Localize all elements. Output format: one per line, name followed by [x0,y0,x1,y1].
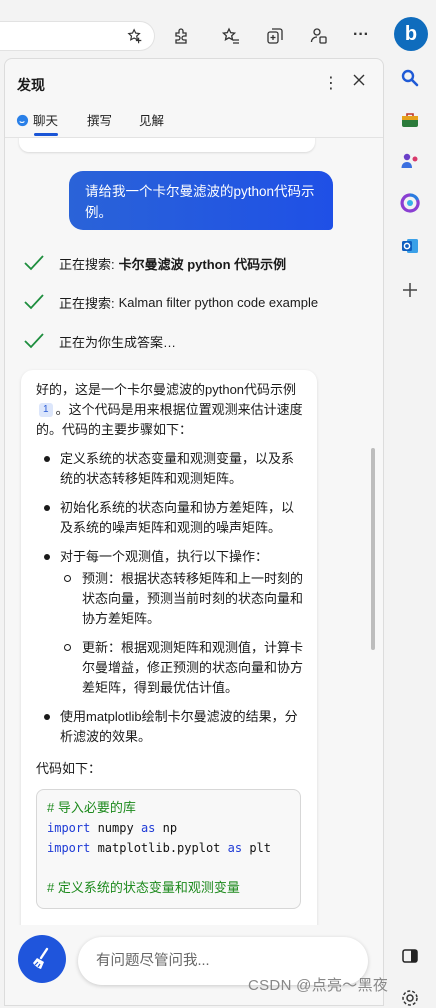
status-search-1: 正在搜索: 卡尔曼滤波 python 代码示例 [23,251,286,275]
chat-scrollbar[interactable] [371,448,375,650]
intro-text: 好的，这是一个卡尔曼滤波的python代码示例 [36,382,297,397]
code-keyword: import [47,821,91,835]
chat-area: 请给我一个卡尔曼滤波的python代码示例。 正在搜索: 卡尔曼滤波 python… [5,138,383,938]
active-tab-indicator [34,133,58,136]
games-icon[interactable] [400,151,420,171]
code-comment: # 导入必要的库 [47,800,136,815]
settings-icon[interactable] [400,988,420,1008]
sidebar-rail [383,58,436,1006]
list-item: 使用matplotlib绘制卡尔曼滤波的结果，分析滤波的效果。 [36,707,304,747]
new-topic-button[interactable] [18,935,66,983]
code-comment: # 定义系统的状态变量和观测变量 [47,880,240,895]
chat-tab-icon [16,114,29,127]
tab-chat[interactable]: 聊天 [16,110,58,129]
code-keyword: as [140,821,156,835]
favorites-icon[interactable] [221,26,241,46]
more-icon[interactable]: ··· [353,26,373,46]
code-block[interactable]: # 导入必要的库 import numpy as np import matpl… [36,789,301,909]
status-prefix: 正在搜索: [59,256,115,272]
bing-chat-button[interactable]: b [394,17,428,51]
panel-tabs: 聊天 撰写 见解 [5,105,383,138]
tab-compose[interactable]: 撰写 [87,110,112,129]
list-item: 定义系统的状态变量和观测变量，以及系统的状态转移矩阵和观测矩阵。 [36,449,304,489]
list-item: 对于每一个观测值，执行以下操作： 预测：根据状态转移矩阵和上一时刻的状态向量，预… [36,547,304,698]
status-prefix: 正在搜索: [59,295,115,311]
list-item: 初始化系统的状态向量和协方差矩阵，以及系统的噪声矩阵和观测的噪声矩阵。 [36,498,304,538]
sub-list-item: 更新：根据观测矩阵和观测值，计算卡尔曼增益，修正预测的状态向量和协方差矩阵，得到… [60,638,304,698]
check-icon [24,294,44,310]
tab-insights[interactable]: 见解 [139,110,164,129]
tab-chat-label: 聊天 [33,114,59,128]
citation-badge[interactable]: 1 [39,403,53,417]
shopping-icon[interactable] [400,110,420,130]
microsoft365-icon[interactable] [400,193,420,213]
address-bar[interactable] [0,22,154,50]
profile-icon[interactable] [309,26,329,46]
collections-icon[interactable] [265,26,285,46]
user-message: 请给我一个卡尔曼滤波的python代码示例。 [69,171,333,230]
status-search-2: 正在搜索: Kalman filter python code example [23,290,318,314]
answer-intro: 好的，这是一个卡尔曼滤波的python代码示例 1 。这个代码是用来根据位置观测来估… [36,380,304,440]
code-module: numpy [90,821,141,835]
code-keyword: import [47,841,91,855]
search-icon[interactable] [400,68,420,88]
status-generating: 正在为你生成答案… [23,329,176,353]
intro-text-continued: 。这个代码是用来根据位置观测来估计速度的。代码的主要步骤如下： [36,402,303,437]
favorite-add-icon[interactable] [126,27,144,45]
check-icon [24,255,44,271]
sub-list-item: 预测：根据状态转移矩阵和上一时刻的状态向量，预测当前时刻的状态向量和协方差矩阵。 [60,569,304,629]
outlook-icon[interactable] [400,236,420,256]
steps-list: 定义系统的状态变量和观测变量，以及系统的状态转移矩阵和观测矩阵。 初始化系统的状… [36,449,304,747]
add-icon[interactable] [400,280,420,300]
code-alias: np [155,821,178,835]
list-item-text: 对于每一个观测值，执行以下操作： [60,549,269,564]
status-query: Kalman filter python code example [118,294,319,310]
answer-content: 好的，这是一个卡尔曼滤波的python代码示例 1 。这个代码是用来根据位置观测来估… [36,380,304,909]
previous-message-card [19,138,315,152]
sub-steps-list: 预测：根据状态转移矩阵和上一时刻的状态向量，预测当前时刻的状态向量和协方差矩阵。… [60,569,304,698]
check-icon [24,333,44,349]
code-module: matplotlib.pyplot [90,841,228,855]
panel-title: 发现 [17,77,45,93]
panel-header: 发现 ⋮ [5,59,383,105]
extensions-icon[interactable] [172,26,192,46]
code-line: import numpy as np [47,818,290,838]
code-alias: plt [242,841,271,855]
split-screen-icon[interactable] [400,946,420,966]
answer-card: 好的，这是一个卡尔曼滤波的python代码示例 1 。这个代码是用来根据位置观测来估… [21,370,317,938]
discover-panel: 发现 ⋮ 聊天 撰写 见解 请给我一个卡尔曼滤波的python代码示例。 正在搜… [4,58,384,1006]
panel-more-button[interactable]: ⋮ [323,73,339,93]
broom-icon [33,947,49,969]
status-query: 卡尔曼滤波 python 代码示例 [118,256,287,272]
code-line: import matplotlib.pyplot as plt [47,838,290,858]
status-prefix: 正在为你生成答案… [59,334,177,350]
browser-toolbar: ··· b [0,0,436,58]
code-label: 代码如下： [36,761,102,776]
code-keyword: as [227,841,243,855]
watermark: CSDN @点亮～黑夜 [248,977,389,994]
close-icon[interactable] [351,72,367,88]
